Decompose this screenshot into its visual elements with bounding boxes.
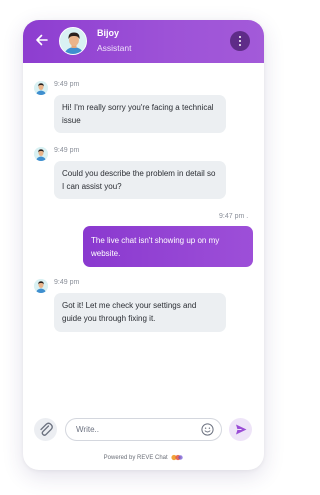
chat-widget: Bijoy Assistant 9:49 pm Hi! I'm really s… bbox=[23, 20, 264, 470]
reve-logo-icon bbox=[171, 454, 184, 461]
agent-message-bubble: Got it! Let me check your settings and g… bbox=[54, 293, 226, 332]
agent-avatar bbox=[59, 27, 87, 55]
smiley-icon[interactable] bbox=[201, 423, 214, 436]
message-composer bbox=[23, 418, 264, 442]
agent-message-bubble: Could you describe the problem in detail… bbox=[54, 161, 226, 199]
message-time: 9:49 pm bbox=[54, 279, 80, 286]
agent-avatar-small bbox=[34, 147, 48, 161]
message-time: 9:49 pm bbox=[54, 147, 80, 154]
chat-header: Bijoy Assistant bbox=[23, 20, 264, 63]
more-vertical-icon[interactable] bbox=[230, 31, 250, 51]
agent-avatar-small bbox=[34, 279, 48, 293]
arrow-left-icon[interactable] bbox=[34, 32, 50, 48]
agent-message-bubble: Hi! I'm really sorry you're facing a tec… bbox=[54, 95, 226, 133]
powered-by-label: Powered by bbox=[103, 455, 136, 462]
message-time: 9:49 pm bbox=[54, 81, 80, 88]
message-input[interactable] bbox=[65, 418, 222, 441]
message-time: 9:47 pm . bbox=[219, 213, 249, 220]
agent-avatar-small bbox=[34, 81, 48, 95]
send-icon[interactable] bbox=[229, 418, 252, 441]
agent-name: Bijoy bbox=[97, 28, 120, 38]
agent-role: Assistant bbox=[97, 43, 132, 53]
powered-by-footer: Powered by REVE Chat bbox=[23, 454, 264, 461]
user-message-bubble: The live chat isn't showing up on my web… bbox=[83, 226, 253, 267]
paperclip-icon[interactable] bbox=[34, 418, 57, 441]
brand-name[interactable]: REVE Chat bbox=[137, 455, 168, 461]
